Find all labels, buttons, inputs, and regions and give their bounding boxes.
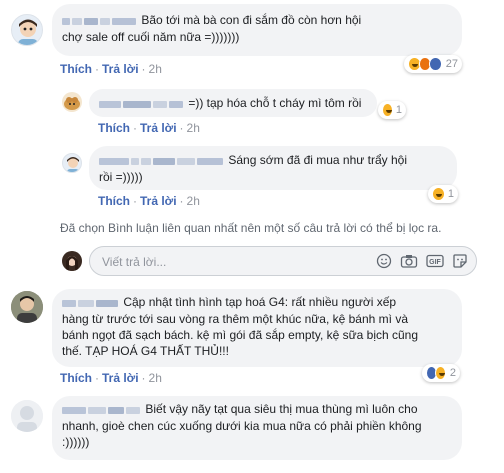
svg-text:GIF: GIF xyxy=(429,259,441,266)
comment-text: bánh ngọt đã sạch bách. kệ mì gói đã sắp… xyxy=(62,327,419,342)
like-button[interactable]: Thích xyxy=(98,121,130,135)
timestamp[interactable]: 2h xyxy=(149,62,162,76)
reaction-summary[interactable]: 27 xyxy=(404,55,462,73)
commenter-name[interactable] xyxy=(62,402,142,418)
timestamp[interactable]: 2h xyxy=(187,194,200,208)
comment-text: :)))))) xyxy=(62,434,90,449)
avatar[interactable] xyxy=(62,153,82,173)
comment-bubble: =)) tạp hóa chỗ t cháy mì tôm rồi xyxy=(89,89,377,117)
reaction-count: 1 xyxy=(447,188,454,200)
avatar-image xyxy=(11,400,43,432)
avatar xyxy=(62,251,82,271)
reply-button[interactable]: Trả lời xyxy=(102,62,139,76)
haha-icon xyxy=(434,366,446,380)
comment-bubble: Bão tới mà bà con đi sắm đồ còn hơn hội … xyxy=(52,4,462,56)
like-button[interactable]: Thích xyxy=(98,194,130,208)
avatar[interactable] xyxy=(11,14,43,46)
comment-bubble: Biết vậy nãy tạt qua siêu thị mua thùng … xyxy=(52,396,462,460)
like-icon xyxy=(429,57,442,71)
comment-text: Cập nhật tình hình tạp hoá G4: rất nhiều… xyxy=(123,295,397,309)
avatar-image xyxy=(64,97,80,110)
avatar[interactable] xyxy=(62,92,82,112)
comment-actions: Thích · Trả lời · 2h xyxy=(98,121,200,135)
comment-bubble: Sáng sớm đã đi mua như trẩy hội rồi =)))… xyxy=(89,146,457,190)
commenter-name[interactable] xyxy=(99,96,185,112)
reply-input[interactable]: Viết trả lời... GIF xyxy=(89,246,477,276)
comment-text: nhanh, gioè chen cúc xuống dưới kia mua … xyxy=(62,418,422,433)
reaction-summary[interactable]: 2 xyxy=(422,364,460,382)
avatar-image xyxy=(18,19,38,45)
avatar[interactable] xyxy=(11,400,43,432)
comment-text: Sáng sớm đã đi mua như trẩy hội xyxy=(228,153,408,167)
comment-actions: Thích · Trả lời · 2h xyxy=(60,62,162,76)
comment-text: chợ sale off cuối năm nữa =))))))) xyxy=(62,29,240,44)
comment-text: hàng từ trước tới sau vòng ra thêm một k… xyxy=(62,311,408,326)
comment-text: Biết vậy nãy tạt qua siêu thị mua thùng … xyxy=(145,402,418,416)
reaction-count: 1 xyxy=(395,104,402,116)
like-button[interactable]: Thích xyxy=(60,371,92,385)
gif-icon[interactable]: GIF xyxy=(426,253,444,269)
commenter-name[interactable] xyxy=(62,295,120,311)
reply-button[interactable]: Trả lời xyxy=(140,121,177,135)
comment-text: =)) tạp hóa chỗ t cháy mì tôm rồi xyxy=(188,96,362,110)
reaction-summary[interactable]: 1 xyxy=(428,185,458,203)
haha-icon xyxy=(382,103,393,117)
sticker-icon[interactable] xyxy=(452,253,468,269)
avatar-image xyxy=(11,291,43,323)
avatar-image xyxy=(67,157,79,172)
reaction-count: 27 xyxy=(445,58,458,70)
camera-icon[interactable] xyxy=(400,253,418,269)
commenter-name[interactable] xyxy=(62,13,138,29)
like-button[interactable]: Thích xyxy=(60,62,92,76)
reply-input-placeholder: Viết trả lời... xyxy=(102,255,167,269)
avatar[interactable] xyxy=(11,291,43,323)
commenter-name[interactable] xyxy=(99,153,225,169)
reply-button[interactable]: Trả lời xyxy=(102,371,139,385)
emoji-icon[interactable] xyxy=(376,253,392,269)
reaction-count: 2 xyxy=(449,367,456,379)
comment-text: Bão tới mà bà con đi sắm đồ còn hơn hội xyxy=(141,13,362,27)
comment-bubble: Cập nhật tình hình tạp hoá G4: rất nhiều… xyxy=(52,289,462,367)
reaction-summary[interactable]: 1 xyxy=(378,101,406,119)
haha-icon xyxy=(432,187,445,201)
comment-text: rồi =))))) xyxy=(99,169,143,184)
comment-actions: Thích · Trả lời · 2h xyxy=(60,371,162,385)
filter-notice: Đã chọn Bình luận liên quan nhất nên một… xyxy=(60,221,442,235)
timestamp[interactable]: 2h xyxy=(187,121,200,135)
timestamp[interactable]: 2h xyxy=(149,371,162,385)
comment-actions: Thích · Trả lời · 2h xyxy=(98,194,200,208)
avatar-image xyxy=(62,251,82,271)
comment-text: thế. TẠP HOÁ G4 THẤT THỦ!!! xyxy=(62,343,229,358)
reply-button[interactable]: Trả lời xyxy=(140,194,177,208)
